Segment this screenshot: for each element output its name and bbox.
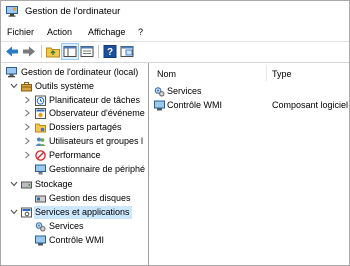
device-manager-icon bbox=[35, 164, 46, 175]
tree-node-performance[interactable]: Performance bbox=[1, 149, 148, 162]
tree-node-disk-management[interactable]: Gestion des disques bbox=[1, 192, 148, 205]
chevron-down-icon[interactable] bbox=[10, 207, 18, 217]
chevron-right-icon[interactable] bbox=[23, 150, 31, 160]
tree-label: Outils système bbox=[35, 81, 95, 91]
tree-label: Performance bbox=[49, 150, 101, 160]
toolbox-icon bbox=[21, 81, 32, 92]
menu-view[interactable]: Affichage bbox=[88, 27, 125, 37]
tree-label: Utilisateurs et groupes l bbox=[49, 136, 144, 146]
tree-node-root[interactable]: Gestion de l'ordinateur (local) bbox=[1, 66, 148, 79]
tree-node-wmi-control[interactable]: Contrôle WMI bbox=[1, 234, 148, 247]
tree-node-device-manager[interactable]: Gestionnaire de périphé bbox=[1, 163, 148, 176]
column-divider[interactable] bbox=[266, 65, 267, 81]
tree-label: Observateur d'événeme bbox=[49, 108, 145, 118]
properties-icon[interactable] bbox=[119, 44, 135, 59]
computer-management-icon bbox=[6, 6, 18, 17]
tree-label: Gestionnaire de périphé bbox=[49, 164, 146, 174]
title-bar[interactable]: Gestion de l'ordinateur bbox=[1, 1, 349, 23]
item-type: Composant logiciel bbox=[272, 100, 349, 110]
tree-label: Gestion de l'ordinateur (local) bbox=[21, 67, 139, 77]
tree-node-shared-folders[interactable]: Dossiers partagés bbox=[1, 121, 148, 134]
tree-node-services-apps[interactable]: Services et applications bbox=[1, 206, 148, 219]
console-tree-icon[interactable] bbox=[79, 44, 95, 59]
shared-folder-icon bbox=[35, 122, 46, 133]
chevron-right-icon[interactable] bbox=[23, 122, 31, 132]
list-header: Nom Type bbox=[150, 63, 349, 83]
back-arrow-icon[interactable] bbox=[4, 44, 20, 59]
toolbar: ? bbox=[1, 41, 349, 63]
tree-label: Services et applications bbox=[35, 207, 130, 217]
console-tree: Gestion de l'ordinateur (local) Outils s… bbox=[1, 63, 149, 265]
column-header-name[interactable]: Nom bbox=[157, 69, 176, 79]
menu-bar: Fichier Action Affichage ? bbox=[1, 25, 349, 40]
toolbar-separator bbox=[98, 45, 99, 58]
list-item[interactable]: Contrôle WMI Composant logiciel bbox=[150, 99, 349, 112]
tree-label: Gestion des disques bbox=[49, 193, 131, 203]
wmi-icon bbox=[154, 100, 165, 111]
tree-label: Planificateur de tâches bbox=[49, 95, 141, 105]
chevron-down-icon[interactable] bbox=[10, 179, 18, 189]
disk-management-icon bbox=[35, 193, 46, 204]
tree-label: Dossiers partagés bbox=[49, 122, 122, 132]
tree-node-system-tools[interactable]: Outils système bbox=[1, 80, 148, 93]
tree-node-storage[interactable]: Stockage bbox=[1, 178, 148, 191]
item-name: Contrôle WMI bbox=[167, 100, 223, 110]
wmi-icon bbox=[35, 235, 46, 246]
forward-arrow-icon[interactable] bbox=[21, 44, 37, 59]
chevron-right-icon[interactable] bbox=[23, 108, 31, 118]
clock-icon bbox=[35, 95, 46, 106]
details-list: Nom Type Services Contrôle WMI Composant… bbox=[150, 63, 349, 265]
column-header-type[interactable]: Type bbox=[272, 69, 292, 79]
gears-icon bbox=[35, 221, 46, 232]
chevron-down-icon[interactable] bbox=[10, 81, 18, 91]
chevron-right-icon[interactable] bbox=[23, 136, 31, 146]
menu-file[interactable]: Fichier bbox=[7, 27, 34, 37]
svg-text:?: ? bbox=[107, 47, 113, 58]
storage-icon bbox=[21, 179, 32, 190]
help-icon[interactable]: ? bbox=[102, 44, 118, 59]
tree-label: Contrôle WMI bbox=[49, 235, 105, 245]
window-title: Gestion de l'ordinateur bbox=[25, 6, 121, 17]
list-item[interactable]: Services bbox=[150, 85, 349, 98]
tree-label: Stockage bbox=[35, 179, 73, 189]
menu-action[interactable]: Action bbox=[47, 27, 72, 37]
up-folder-icon[interactable] bbox=[45, 44, 61, 59]
chevron-right-icon[interactable] bbox=[23, 95, 31, 105]
item-name: Services bbox=[167, 86, 202, 96]
tree-label: Services bbox=[49, 221, 84, 231]
tree-node-task-scheduler[interactable]: Planificateur de tâches bbox=[1, 94, 148, 107]
event-viewer-icon bbox=[35, 108, 46, 119]
show-hide-tree-icon[interactable] bbox=[61, 43, 79, 60]
computer-management-icon bbox=[6, 67, 17, 78]
services-apps-icon bbox=[21, 207, 32, 218]
toolbar-separator bbox=[41, 45, 42, 58]
performance-icon bbox=[35, 150, 46, 161]
users-icon bbox=[35, 136, 46, 147]
tree-node-services[interactable]: Services bbox=[1, 220, 148, 233]
gears-icon bbox=[154, 86, 165, 97]
tree-node-local-users[interactable]: Utilisateurs et groupes l bbox=[1, 135, 148, 148]
menu-help[interactable]: ? bbox=[138, 27, 143, 37]
tree-node-event-viewer[interactable]: Observateur d'événeme bbox=[1, 107, 148, 120]
computer-management-window: Gestion de l'ordinateur Fichier Action A… bbox=[0, 0, 350, 266]
